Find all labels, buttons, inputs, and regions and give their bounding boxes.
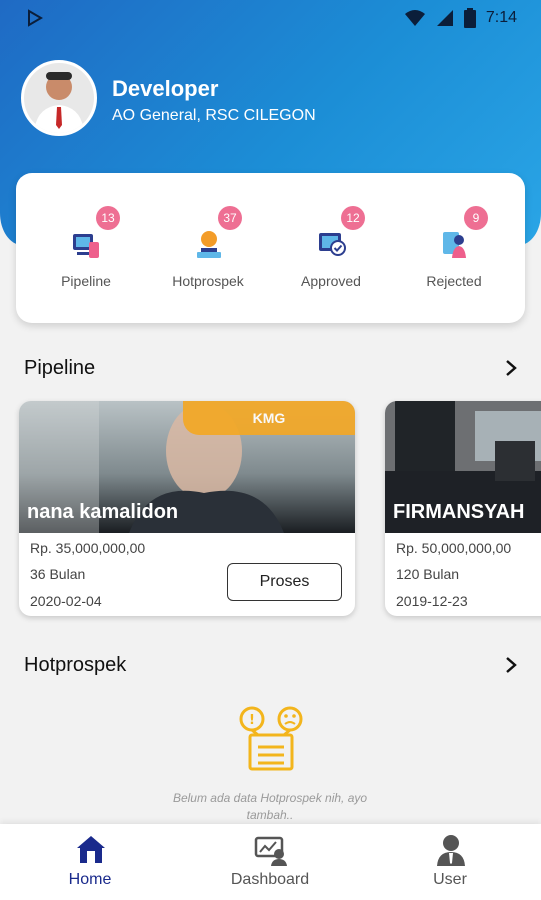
pipeline-count-badge: 13 [96, 206, 120, 230]
status-time: 7:14 [485, 9, 517, 26]
pipeline-card[interactable]: FIRMANSYAH Rp. 50,000,000,00 120 Bulan 2… [385, 401, 541, 616]
nav-home[interactable]: Home [0, 824, 180, 900]
nav-user-label: User [433, 871, 467, 888]
hotprospek-empty-message: Belum ada data Hotprospek nih, ayo tamba… [172, 791, 368, 822]
avatar[interactable] [21, 60, 97, 136]
summary-item-rejected[interactable]: 9 Rejected [394, 173, 514, 323]
wifi-icon [404, 10, 425, 26]
rejected-icon [443, 232, 466, 258]
battery-icon [463, 8, 476, 28]
pipeline-card-date: 2019-12-23 [396, 593, 468, 609]
dashboard-icon [254, 836, 287, 866]
pipeline-card-amount: Rp. 35,000,000,00 [30, 540, 146, 556]
user-icon [437, 835, 465, 866]
approved-icon [319, 233, 346, 256]
summary-label-rejected: Rejected [426, 273, 482, 289]
home-icon [77, 836, 105, 863]
nav-dashboard[interactable]: Dashboard [180, 824, 360, 900]
pipeline-card-name: nana kamalidon [27, 501, 179, 523]
avatar-photo [24, 63, 94, 133]
pipeline-card-date: 2020-02-04 [30, 593, 102, 609]
status-bar: 7:14 [0, 0, 541, 36]
svg-text:!: ! [249, 713, 255, 728]
proses-button[interactable]: Proses [227, 563, 342, 601]
pipeline-card-tenor: 120 Bulan [396, 566, 460, 582]
pipeline-more-chevron-icon[interactable] [503, 360, 519, 376]
pipeline-card-tag: KMG [183, 401, 355, 435]
summary-item-approved[interactable]: 12 Approved [271, 173, 391, 323]
summary-label-hotprospek: Hotprospek [172, 273, 244, 289]
nav-user[interactable]: User [360, 824, 540, 900]
hotprospek-count-badge: 37 [218, 206, 242, 230]
pipeline-section-title: Pipeline [24, 357, 96, 379]
empty-state-icon: ! [239, 706, 303, 771]
rejected-count-badge: 9 [464, 206, 488, 230]
summary-item-hotprospek[interactable]: 37 Hotprospek [148, 173, 268, 323]
user-name: Developer [112, 76, 219, 101]
summary-label-approved: Approved [301, 273, 361, 289]
pipeline-card-name: FIRMANSYAH [393, 501, 525, 523]
pipeline-icon [73, 234, 99, 258]
nav-home-label: Home [68, 871, 112, 888]
summary-item-pipeline[interactable]: 13 Pipeline [26, 173, 146, 323]
pipeline-card-amount: Rp. 50,000,000,00 [396, 540, 512, 556]
play-store-icon [28, 9, 43, 27]
pipeline-card-tenor: 36 Bulan [30, 566, 86, 582]
nav-dashboard-label: Dashboard [230, 871, 310, 888]
hotprospek-section-title: Hotprospek [24, 654, 127, 676]
signal-icon [436, 10, 453, 26]
approved-count-badge: 12 [341, 206, 365, 230]
hotprospek-more-chevron-icon[interactable] [503, 657, 519, 673]
user-role: AO General, RSC CILEGON [112, 107, 316, 124]
summary-label-pipeline: Pipeline [61, 273, 111, 289]
hotprospek-icon [197, 231, 221, 258]
bottom-nav: Home Dashboard User [0, 824, 541, 900]
summary-card: 13 Pipeline 37 Hotprospek 12 Approved 9 … [16, 173, 525, 323]
pipeline-card[interactable]: KMG nana kamalidon Rp. 35,000,000,00 36 … [19, 401, 355, 616]
